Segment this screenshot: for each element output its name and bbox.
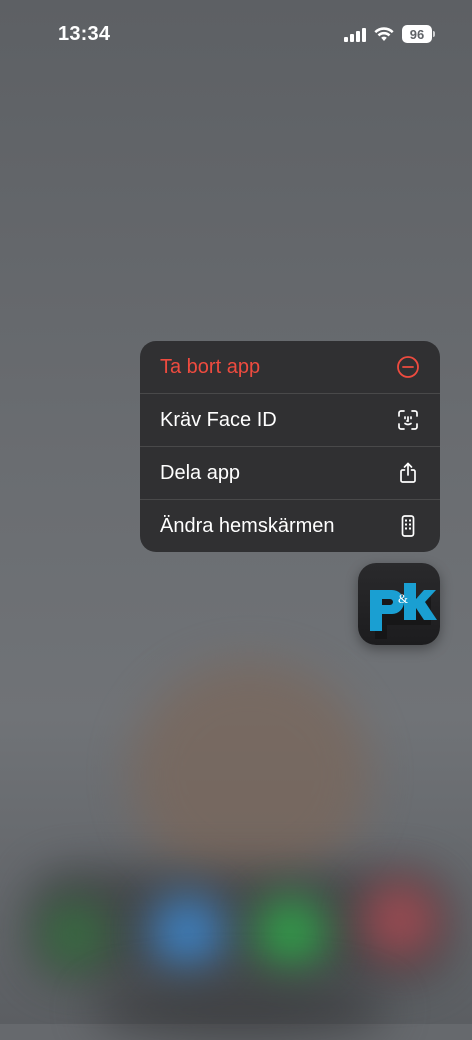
svg-text:&: &: [398, 591, 408, 606]
menu-item-require-face-id[interactable]: Kräv Face ID: [140, 393, 440, 446]
blurred-messages-app-icon: [255, 897, 327, 969]
share-icon: [396, 461, 420, 485]
menu-item-label: Ta bort app: [160, 355, 261, 378]
menu-item-edit-home-screen[interactable]: Ändra hemskärmen: [140, 499, 440, 552]
face-id-icon: [396, 408, 420, 432]
menu-item-remove-app[interactable]: Ta bort app: [140, 341, 440, 393]
minus-circle-icon: [396, 355, 420, 379]
menu-item-share-app[interactable]: Dela app: [140, 446, 440, 499]
pk-app-icon[interactable]: &: [358, 563, 440, 645]
menu-item-label: Dela app: [160, 461, 241, 484]
blurred-photos-app-icon: [360, 880, 440, 960]
status-icons: 96: [344, 25, 435, 43]
menu-item-label: Kräv Face ID: [160, 408, 277, 431]
blurred-photo-shape: [130, 660, 370, 890]
wifi-icon: [374, 26, 394, 41]
blurred-phone-app-icon: [40, 900, 110, 970]
blurred-bottom-shape: [90, 980, 390, 1040]
status-bar: 13:34 96: [0, 0, 472, 70]
status-time: 13:34: [58, 23, 111, 45]
blurred-safari-app-icon: [150, 895, 225, 970]
cellular-signal-icon: [344, 26, 366, 42]
battery-indicator: 96: [402, 25, 435, 43]
phone-grid-icon: [396, 514, 420, 538]
pk-logo-icon: &: [370, 583, 437, 639]
menu-item-label: Ändra hemskärmen: [160, 514, 335, 537]
app-context-menu: Ta bort app Kräv Face ID Dela app Ändra …: [140, 341, 440, 552]
